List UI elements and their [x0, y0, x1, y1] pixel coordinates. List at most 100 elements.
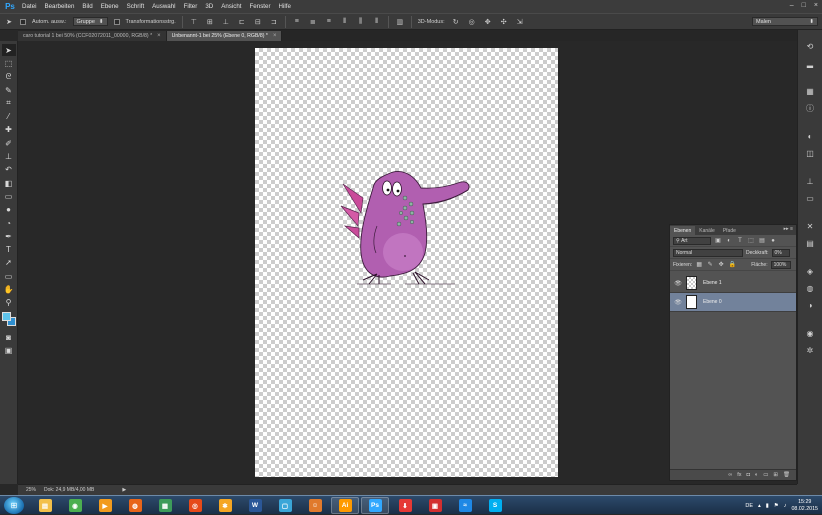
history-icon[interactable]: ⟲	[804, 40, 816, 52]
transform-controls-checkbox[interactable]	[113, 18, 120, 25]
taskbar-pdf-button[interactable]: ▣	[421, 497, 449, 514]
brush-presets-icon[interactable]: ▭	[804, 192, 816, 204]
paths-icon[interactable]: ◑	[804, 299, 816, 311]
new-layer-icon[interactable]: ⊞	[773, 472, 778, 478]
tab-layers[interactable]: Ebenen	[670, 226, 696, 235]
taskbar-media-player-button[interactable]: ▶	[91, 497, 119, 514]
trash-icon[interactable]: 🗑	[783, 472, 790, 478]
distribute-vcenter-icon[interactable]: ≣	[308, 17, 318, 27]
marquee-tool[interactable]: ⬚	[2, 57, 16, 69]
brush-tool[interactable]: ✐	[2, 137, 16, 149]
menu-hilfe[interactable]: Hilfe	[275, 3, 295, 10]
adjustment-icon[interactable]: ◐	[755, 472, 758, 478]
taskbar-tools-app-button[interactable]: ✱	[211, 497, 239, 514]
clone-stamp-tool[interactable]: ⊥	[2, 150, 16, 162]
layers-icon[interactable]: ◈	[804, 265, 816, 277]
eye-icon[interactable]: 👁	[673, 280, 683, 287]
tab-paths[interactable]: Pfade	[719, 226, 740, 235]
menu-3d[interactable]: 3D	[201, 3, 217, 10]
taskbar-wave-app-button[interactable]: ≈	[451, 497, 479, 514]
quick-select-tool[interactable]: ✎	[2, 84, 16, 96]
photoshop-logo[interactable]: Ps	[2, 0, 18, 13]
history-brush-tool[interactable]: ↶	[2, 164, 16, 176]
3d-drag-icon[interactable]: ✥	[483, 17, 493, 27]
taskbar-spiral-app-button[interactable]: ◎	[181, 497, 209, 514]
3d-roll-icon[interactable]: ◎	[467, 17, 477, 27]
menu-bearbeiten[interactable]: Bearbeiten	[40, 3, 78, 10]
properties-icon[interactable]: ✲	[804, 344, 816, 356]
language-indicator[interactable]: DE	[745, 503, 753, 509]
3d-scale-icon[interactable]: ⇲	[515, 17, 525, 27]
layer-row-ebene-0[interactable]: 👁 Ebene 0	[670, 293, 796, 312]
tab-caro-tutorial[interactable]: caro tutorial 1 bei 50% (CCF02072011_000…	[18, 31, 167, 41]
filter-type-icon[interactable]: T	[736, 237, 744, 245]
menu-datei[interactable]: Datei	[18, 3, 40, 10]
fx-icon[interactable]: fx	[737, 472, 741, 478]
path-select-tool[interactable]: ➚	[2, 257, 16, 269]
3d-slide-icon[interactable]: ✣	[499, 17, 509, 27]
screen-mode-tool[interactable]: ▣	[2, 344, 16, 356]
color-icon[interactable]: ▦	[804, 85, 816, 97]
zoom-level[interactable]: 25%	[26, 487, 36, 493]
distribute-right-icon[interactable]: ⫴	[372, 17, 382, 27]
eye-icon[interactable]: 👁	[673, 299, 683, 306]
3d-rotate-icon[interactable]: ↻	[451, 17, 461, 27]
menu-ansicht[interactable]: Ansicht	[217, 3, 245, 10]
healing-brush-tool[interactable]: ✚	[2, 124, 16, 136]
mask-icon[interactable]: ◘	[747, 472, 750, 478]
gradient-tool[interactable]: ▭	[2, 190, 16, 202]
menu-auswahl[interactable]: Auswahl	[148, 3, 179, 10]
histogram-icon[interactable]: ▂	[804, 57, 816, 69]
taskbar-illustrator-button[interactable]: Ai	[331, 497, 359, 514]
minimize-button[interactable]: –	[790, 2, 794, 9]
taskbar-download-button[interactable]: ⬇	[391, 497, 419, 514]
tool-presets-icon[interactable]: ✕	[804, 220, 816, 232]
align-right-icon[interactable]: ⊐	[269, 17, 279, 27]
tray-arrow-icon[interactable]: ▴	[758, 503, 761, 509]
status-menu-arrow[interactable]: ▶	[122, 487, 126, 493]
lasso-tool[interactable]: ᘓ	[2, 71, 16, 83]
auto-select-dropdown[interactable]: Gruppe ⬍	[72, 17, 108, 26]
menu-bild[interactable]: Bild	[78, 3, 96, 10]
taskbar-firefox-button[interactable]: ◍	[121, 497, 149, 514]
menu-ebene[interactable]: Ebene	[97, 3, 123, 10]
pen-tool[interactable]: ✒	[2, 230, 16, 242]
clone-source-icon[interactable]: ▤	[804, 237, 816, 249]
link-icon[interactable]: ∞	[728, 472, 732, 478]
filter-pixel-icon[interactable]: ▣	[714, 237, 722, 245]
align-vcenter-icon[interactable]: ⊞	[205, 17, 215, 27]
foreground-color-swatch[interactable]	[1, 311, 11, 321]
swatches-icon[interactable]: ◐	[804, 130, 816, 142]
styles-icon[interactable]: ◫	[804, 147, 816, 159]
taskbar-photos-button[interactable]: ▦	[151, 497, 179, 514]
taskbar-photoshop-button[interactable]: Ps	[361, 497, 389, 514]
move-tool-icon[interactable]: ➤	[4, 17, 14, 27]
distribute-bottom-icon[interactable]: ≡	[324, 17, 334, 27]
taskbar-contacts-button[interactable]: ▢	[271, 497, 299, 514]
tab-unbenannt-1[interactable]: Unbenannt-1 bei 25% (Ebene 0, RGB/8) * ×	[166, 31, 283, 41]
distribute-left-icon[interactable]: ⫴	[340, 17, 350, 27]
channels-icon[interactable]: ◍	[804, 282, 816, 294]
info-icon[interactable]: ⓘ	[804, 102, 816, 114]
distribute-top-icon[interactable]: ≡	[292, 17, 302, 27]
close-button[interactable]: ×	[814, 2, 818, 9]
tab-channels[interactable]: Kanäle	[695, 226, 719, 235]
quick-mask-tool[interactable]: ◙	[2, 331, 16, 343]
workspace-dropdown[interactable]: Malen ⬍	[752, 17, 818, 26]
menu-schrift[interactable]: Schrift	[123, 3, 149, 10]
align-hcenter-icon[interactable]: ⊟	[253, 17, 263, 27]
adjustments-icon[interactable]: ⊥	[804, 175, 816, 187]
taskbar-character-app-button[interactable]: ☺	[301, 497, 329, 514]
menu-filter[interactable]: Filter	[180, 3, 202, 10]
clock[interactable]: 15:29 08.02.2015	[791, 499, 818, 512]
move-tool[interactable]: ➤	[1, 44, 16, 57]
3d-icon[interactable]: ◉	[804, 327, 816, 339]
lock-position-icon[interactable]: ✥	[717, 261, 725, 269]
eyedropper-tool[interactable]: ⁄	[2, 110, 16, 122]
align-top-icon[interactable]: ⊤	[189, 17, 199, 27]
shape-tool[interactable]: ▭	[2, 270, 16, 282]
opacity-input[interactable]: 0%	[771, 248, 790, 257]
align-bottom-icon[interactable]: ⊥	[221, 17, 231, 27]
align-left-icon[interactable]: ⊏	[237, 17, 247, 27]
distribute-hcenter-icon[interactable]: ⫼	[356, 17, 366, 27]
